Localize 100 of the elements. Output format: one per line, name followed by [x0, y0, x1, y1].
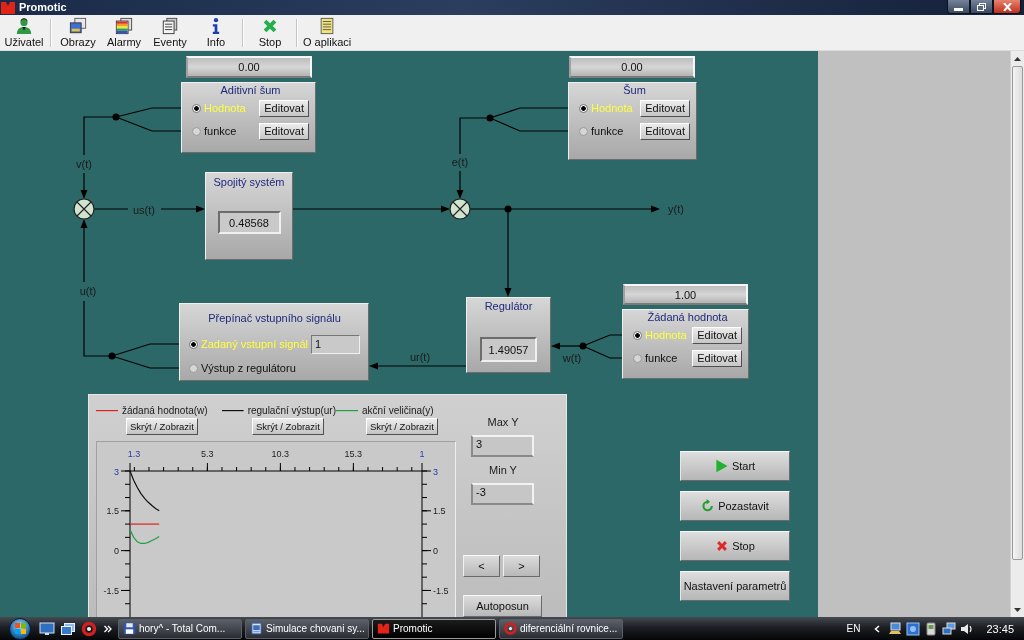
edit-button[interactable]: Editovat — [692, 326, 742, 344]
value-display: 0.00 — [186, 56, 312, 78]
double-chevron-icon[interactable] — [104, 624, 112, 633]
tile-icon[interactable] — [906, 621, 921, 636]
radio-button[interactable] — [192, 103, 201, 113]
ring-icon — [81, 620, 97, 637]
signal-label: us(t) — [133, 204, 155, 216]
value-display: 1.00 — [623, 284, 748, 305]
option-label: Hodnota — [591, 102, 634, 114]
toolbar-button[interactable]: Stop — [247, 16, 293, 49]
signal-label: ur(t) — [409, 351, 431, 363]
input-field[interactable]: 3 — [471, 435, 534, 457]
toolbar-button[interactable]: Uživatel — [1, 16, 47, 49]
tick-label: 1.5 — [106, 506, 119, 517]
toggle-button[interactable]: Skrýt / Zobrazit — [252, 418, 324, 435]
connector-arrow — [456, 170, 464, 199]
next-button[interactable]: > — [503, 555, 540, 577]
tick-label: 3 — [433, 466, 438, 477]
control-button[interactable]: Start — [680, 451, 790, 481]
control-button[interactable]: Pozastavit — [680, 491, 790, 521]
minimize-button[interactable] — [947, 0, 970, 14]
radio-button[interactable] — [189, 363, 198, 373]
value-display: 0.48568 — [217, 211, 281, 234]
previous-button[interactable]: < — [463, 555, 500, 577]
radio-button[interactable] — [189, 339, 198, 349]
taskbar-button[interactable]: diferenciální rovnice... — [499, 618, 623, 639]
junction-dot — [112, 113, 120, 121]
close-button[interactable] — [993, 0, 1021, 14]
panel-title: Aditivní šum — [220, 83, 281, 97]
signal-label: u(t) — [79, 285, 97, 297]
chevron-left-icon[interactable] — [874, 624, 881, 633]
toolbar-button[interactable]: Info — [193, 16, 239, 49]
radio-button[interactable] — [579, 126, 588, 136]
window-title: Promotic — [19, 1, 67, 14]
document-icon — [250, 622, 263, 635]
edit-button[interactable]: Editovat — [692, 349, 742, 367]
radio-button[interactable] — [633, 353, 642, 363]
junction-dot — [579, 342, 587, 350]
signal-label: y(t) — [668, 203, 684, 215]
autoscroll-button[interactable]: Autoposun — [463, 595, 542, 617]
control-button[interactable]: Nastavení parametrů — [680, 571, 790, 601]
taskbar-button[interactable]: Promotic — [372, 618, 496, 639]
phone-icon[interactable] — [924, 621, 939, 636]
signal-label: e(t) — [451, 156, 469, 168]
block-title: Spojitý systém — [213, 175, 285, 189]
connector-arrow — [80, 172, 88, 199]
toolbar-button[interactable]: O aplikaci — [301, 16, 354, 49]
edit-button[interactable]: Editovat — [259, 122, 309, 140]
cross-icon — [715, 539, 730, 553]
option-label: funkce — [204, 125, 238, 137]
signal-label: w(t) — [562, 352, 582, 364]
start-button[interactable] — [9, 617, 31, 640]
caret-down-icon — [1014, 607, 1021, 612]
circular-arrow-icon — [701, 499, 716, 513]
toolbar-button[interactable]: Eventy — [147, 16, 193, 49]
toolbar-button[interactable]: Alarmy — [101, 16, 147, 49]
option-label: Výstup z regulátoru — [201, 362, 297, 374]
restore-button[interactable] — [970, 0, 993, 14]
clock[interactable]: 23:45 — [986, 622, 1014, 635]
edit-button[interactable]: Editovat — [640, 122, 690, 140]
quick-launch-button[interactable] — [39, 620, 55, 637]
panel-title: Přepínač vstupního signálu — [208, 311, 341, 325]
input-field[interactable]: 1 — [311, 334, 360, 354]
language-indicator[interactable]: EN — [846, 623, 861, 634]
control-button[interactable]: Stop — [680, 531, 790, 561]
flag-icon — [14, 623, 26, 634]
quick-launch-button[interactable] — [81, 620, 97, 637]
junction-dot — [486, 114, 494, 122]
tick-label: 5.3 — [201, 449, 214, 459]
tick-label: 10.3 — [271, 449, 290, 459]
radio-button[interactable] — [633, 330, 642, 340]
caret-up-icon — [1014, 56, 1021, 61]
quick-launch-button[interactable] — [60, 620, 76, 637]
radio-button[interactable] — [579, 103, 588, 113]
connector-arrow — [80, 219, 88, 283]
tick-label: 3 — [114, 466, 119, 477]
input-field[interactable]: -3 — [471, 483, 534, 505]
radio-button[interactable] — [192, 126, 201, 136]
person-icon — [15, 17, 33, 35]
value-display: 0.00 — [569, 56, 695, 78]
toolbar-button[interactable]: Obrazy — [55, 16, 101, 49]
value-display: 1.49057 — [480, 337, 537, 362]
tick-label: -1.5 — [103, 585, 119, 596]
ring-icon — [504, 622, 517, 635]
speaker-icon[interactable] — [960, 621, 975, 636]
marker-label: 1 — [419, 449, 425, 459]
monitors-icon[interactable] — [942, 621, 957, 636]
taskbar-button[interactable]: hory^ - Total Com... — [118, 618, 242, 639]
option-label: funkce — [591, 125, 625, 137]
tick-label: 0 — [114, 546, 119, 557]
toggle-button[interactable]: Skrýt / Zobrazit — [126, 418, 198, 435]
scroll-thumb[interactable] — [1012, 66, 1023, 560]
option-label: Hodnota — [204, 102, 247, 114]
scrollbar[interactable] — [1010, 51, 1024, 617]
computer-icon[interactable] — [888, 621, 903, 636]
edit-button[interactable]: Editovat — [640, 99, 690, 117]
edit-button[interactable]: Editovat — [259, 99, 309, 117]
option-label: Zadaný vstupní signál — [201, 338, 308, 350]
taskbar-button[interactable]: Simulace chovani sy... — [245, 618, 369, 639]
toggle-button[interactable]: Skrýt / Zobrazit — [366, 418, 438, 435]
